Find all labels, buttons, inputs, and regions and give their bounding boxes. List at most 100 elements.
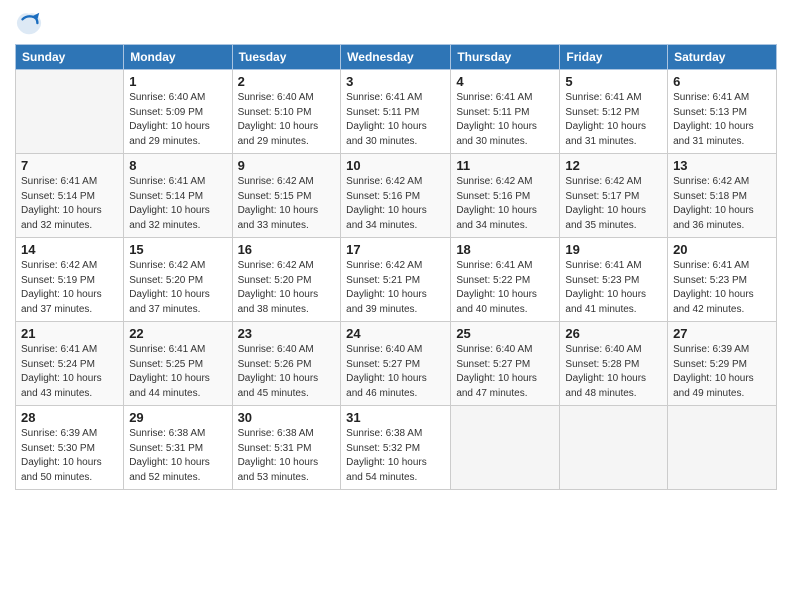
calendar-cell: 20 Sunrise: 6:41 AM Sunset: 5:23 PM Dayli… bbox=[668, 238, 777, 322]
calendar-cell: 29Sunrise: 6:38 AM Sunset: 5:31 PM Dayli… bbox=[124, 406, 232, 490]
day-number: 3 bbox=[346, 74, 445, 89]
calendar-cell: 21Sunrise: 6:41 AM Sunset: 5:24 PM Dayli… bbox=[16, 322, 124, 406]
weekday-header-sunday: Sunday bbox=[16, 45, 124, 70]
calendar-week-row: 1 Sunrise: 6:40 AM Sunset: 5:09 PM Daylig… bbox=[16, 70, 777, 154]
day-number: 13 bbox=[673, 158, 771, 173]
calendar-cell: 18 Sunrise: 6:41 AM Sunset: 5:22 PM Dayli… bbox=[451, 238, 560, 322]
calendar-week-row: 21Sunrise: 6:41 AM Sunset: 5:24 PM Dayli… bbox=[16, 322, 777, 406]
calendar-cell: 6 Sunrise: 6:41 AM Sunset: 5:13 PM Daylig… bbox=[668, 70, 777, 154]
calendar-cell: 7Sunrise: 6:41 AM Sunset: 5:14 PM Daylig… bbox=[16, 154, 124, 238]
day-number: 18 bbox=[456, 242, 554, 257]
day-info: Sunrise: 6:40 AM Sunset: 5:26 PM Dayligh… bbox=[238, 343, 336, 401]
calendar-cell: 2Sunrise: 6:40 AM Sunset: 5:10 PM Daylig… bbox=[232, 70, 341, 154]
day-number: 11 bbox=[456, 158, 554, 173]
day-number: 12 bbox=[565, 158, 662, 173]
calendar-cell: 15 Sunrise: 6:42 AM Sunset: 5:20 PM Dayli… bbox=[124, 238, 232, 322]
day-info: Sunrise: 6:40 AM Sunset: 5:28 PM Dayligh… bbox=[565, 343, 662, 401]
day-info: Sunrise: 6:42 AM Sunset: 5:20 PM Dayligh… bbox=[129, 259, 226, 317]
calendar-cell: 28Sunrise: 6:39 AM Sunset: 5:30 PM Dayli… bbox=[16, 406, 124, 490]
calendar-cell: 5Sunrise: 6:41 AM Sunset: 5:12 PM Daylig… bbox=[560, 70, 668, 154]
header bbox=[15, 10, 777, 38]
day-info: Sunrise: 6:42 AM Sunset: 5:16 PM Dayligh… bbox=[346, 175, 445, 233]
day-number: 1 bbox=[129, 74, 226, 89]
day-number: 17 bbox=[346, 242, 445, 257]
calendar-cell bbox=[451, 406, 560, 490]
day-info: Sunrise: 6:40 AM Sunset: 5:09 PM Dayligh… bbox=[129, 91, 226, 149]
day-info: Sunrise: 6:42 AM Sunset: 5:21 PM Dayligh… bbox=[346, 259, 445, 317]
day-number: 20 bbox=[673, 242, 771, 257]
calendar-cell: 26 Sunrise: 6:40 AM Sunset: 5:28 PM Dayli… bbox=[560, 322, 668, 406]
day-info: Sunrise: 6:41 AM Sunset: 5:22 PM Dayligh… bbox=[456, 259, 554, 317]
calendar-cell: 30 Sunrise: 6:38 AM Sunset: 5:31 PM Dayli… bbox=[232, 406, 341, 490]
day-info: Sunrise: 6:39 AM Sunset: 5:29 PM Dayligh… bbox=[673, 343, 771, 401]
calendar-cell: 14 Sunrise: 6:42 AM Sunset: 5:19 PM Dayli… bbox=[16, 238, 124, 322]
day-number: 24 bbox=[346, 326, 445, 341]
calendar-cell: 13 Sunrise: 6:42 AM Sunset: 5:18 PM Dayli… bbox=[668, 154, 777, 238]
calendar-cell bbox=[16, 70, 124, 154]
calendar-cell: 9Sunrise: 6:42 AM Sunset: 5:15 PM Daylig… bbox=[232, 154, 341, 238]
calendar-cell: 23Sunrise: 6:40 AM Sunset: 5:26 PM Dayli… bbox=[232, 322, 341, 406]
calendar-week-row: 28Sunrise: 6:39 AM Sunset: 5:30 PM Dayli… bbox=[16, 406, 777, 490]
calendar-cell bbox=[668, 406, 777, 490]
day-number: 31 bbox=[346, 410, 445, 425]
day-number: 29 bbox=[129, 410, 226, 425]
day-info: Sunrise: 6:41 AM Sunset: 5:23 PM Dayligh… bbox=[565, 259, 662, 317]
day-number: 8 bbox=[129, 158, 226, 173]
day-number: 6 bbox=[673, 74, 771, 89]
day-info: Sunrise: 6:41 AM Sunset: 5:24 PM Dayligh… bbox=[21, 343, 118, 401]
calendar-cell: 17 Sunrise: 6:42 AM Sunset: 5:21 PM Dayli… bbox=[341, 238, 451, 322]
calendar-cell: 3 Sunrise: 6:41 AM Sunset: 5:11 PM Daylig… bbox=[341, 70, 451, 154]
calendar-cell: 12 Sunrise: 6:42 AM Sunset: 5:17 PM Dayli… bbox=[560, 154, 668, 238]
calendar-cell: 27 Sunrise: 6:39 AM Sunset: 5:29 PM Dayli… bbox=[668, 322, 777, 406]
calendar-table: SundayMondayTuesdayWednesdayThursdayFrid… bbox=[15, 44, 777, 490]
day-info: Sunrise: 6:42 AM Sunset: 5:16 PM Dayligh… bbox=[456, 175, 554, 233]
day-number: 9 bbox=[238, 158, 336, 173]
day-number: 27 bbox=[673, 326, 771, 341]
weekday-header-row: SundayMondayTuesdayWednesdayThursdayFrid… bbox=[16, 45, 777, 70]
day-info: Sunrise: 6:38 AM Sunset: 5:31 PM Dayligh… bbox=[238, 427, 336, 485]
calendar-cell: 19 Sunrise: 6:41 AM Sunset: 5:23 PM Dayli… bbox=[560, 238, 668, 322]
calendar-cell: 8 Sunrise: 6:41 AM Sunset: 5:14 PM Daylig… bbox=[124, 154, 232, 238]
day-number: 16 bbox=[238, 242, 336, 257]
day-info: Sunrise: 6:42 AM Sunset: 5:19 PM Dayligh… bbox=[21, 259, 118, 317]
day-number: 19 bbox=[565, 242, 662, 257]
calendar-cell: 16 Sunrise: 6:42 AM Sunset: 5:20 PM Dayli… bbox=[232, 238, 341, 322]
calendar-cell: 22 Sunrise: 6:41 AM Sunset: 5:25 PM Dayli… bbox=[124, 322, 232, 406]
day-info: Sunrise: 6:41 AM Sunset: 5:11 PM Dayligh… bbox=[456, 91, 554, 149]
day-info: Sunrise: 6:42 AM Sunset: 5:20 PM Dayligh… bbox=[238, 259, 336, 317]
day-number: 15 bbox=[129, 242, 226, 257]
weekday-header-wednesday: Wednesday bbox=[341, 45, 451, 70]
day-info: Sunrise: 6:39 AM Sunset: 5:30 PM Dayligh… bbox=[21, 427, 118, 485]
day-info: Sunrise: 6:41 AM Sunset: 5:14 PM Dayligh… bbox=[129, 175, 226, 233]
day-number: 4 bbox=[456, 74, 554, 89]
calendar-cell: 11 Sunrise: 6:42 AM Sunset: 5:16 PM Dayli… bbox=[451, 154, 560, 238]
day-info: Sunrise: 6:40 AM Sunset: 5:27 PM Dayligh… bbox=[346, 343, 445, 401]
day-info: Sunrise: 6:38 AM Sunset: 5:32 PM Dayligh… bbox=[346, 427, 445, 485]
calendar-week-row: 7Sunrise: 6:41 AM Sunset: 5:14 PM Daylig… bbox=[16, 154, 777, 238]
day-info: Sunrise: 6:41 AM Sunset: 5:12 PM Dayligh… bbox=[565, 91, 662, 149]
day-number: 26 bbox=[565, 326, 662, 341]
calendar-week-row: 14 Sunrise: 6:42 AM Sunset: 5:19 PM Dayli… bbox=[16, 238, 777, 322]
calendar-cell: 10 Sunrise: 6:42 AM Sunset: 5:16 PM Dayli… bbox=[341, 154, 451, 238]
day-number: 22 bbox=[129, 326, 226, 341]
weekday-header-friday: Friday bbox=[560, 45, 668, 70]
day-info: Sunrise: 6:41 AM Sunset: 5:14 PM Dayligh… bbox=[21, 175, 118, 233]
day-info: Sunrise: 6:42 AM Sunset: 5:18 PM Dayligh… bbox=[673, 175, 771, 233]
weekday-header-tuesday: Tuesday bbox=[232, 45, 341, 70]
day-info: Sunrise: 6:42 AM Sunset: 5:17 PM Dayligh… bbox=[565, 175, 662, 233]
day-number: 10 bbox=[346, 158, 445, 173]
logo bbox=[15, 10, 47, 38]
page: SundayMondayTuesdayWednesdayThursdayFrid… bbox=[0, 0, 792, 612]
weekday-header-thursday: Thursday bbox=[451, 45, 560, 70]
day-info: Sunrise: 6:40 AM Sunset: 5:27 PM Dayligh… bbox=[456, 343, 554, 401]
weekday-header-saturday: Saturday bbox=[668, 45, 777, 70]
day-info: Sunrise: 6:40 AM Sunset: 5:10 PM Dayligh… bbox=[238, 91, 336, 149]
day-info: Sunrise: 6:41 AM Sunset: 5:25 PM Dayligh… bbox=[129, 343, 226, 401]
day-info: Sunrise: 6:41 AM Sunset: 5:13 PM Dayligh… bbox=[673, 91, 771, 149]
day-info: Sunrise: 6:41 AM Sunset: 5:23 PM Dayligh… bbox=[673, 259, 771, 317]
calendar-cell: 25Sunrise: 6:40 AM Sunset: 5:27 PM Dayli… bbox=[451, 322, 560, 406]
day-number: 30 bbox=[238, 410, 336, 425]
day-info: Sunrise: 6:41 AM Sunset: 5:11 PM Dayligh… bbox=[346, 91, 445, 149]
calendar-cell: 1 Sunrise: 6:40 AM Sunset: 5:09 PM Daylig… bbox=[124, 70, 232, 154]
day-number: 14 bbox=[21, 242, 118, 257]
